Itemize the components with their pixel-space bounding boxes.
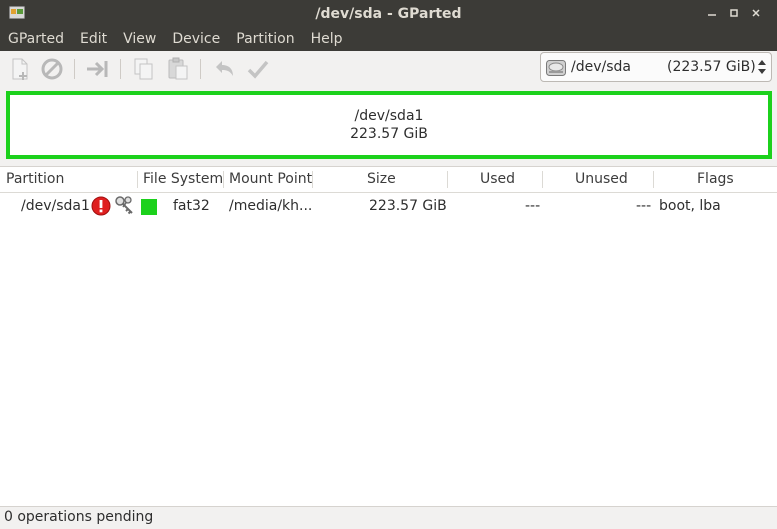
paste-button[interactable] (164, 55, 192, 83)
menu-bar: GParted Edit View Device Partition Help (0, 27, 777, 51)
menu-edit[interactable]: Edit (72, 27, 115, 51)
column-header-file-system[interactable]: File System (143, 167, 223, 192)
column-header-used[interactable]: Used (480, 167, 515, 192)
column-separator (223, 171, 224, 188)
partition-block-size: 223.57 GiB (350, 126, 428, 142)
gparted-app-icon (9, 6, 25, 19)
cell-used: --- (525, 198, 541, 214)
column-header-unused[interactable]: Unused (575, 167, 628, 192)
new-partition-button[interactable] (6, 55, 34, 83)
device-size: (223.57 GiB) (667, 59, 756, 75)
combo-arrows-icon (758, 60, 766, 74)
menu-help[interactable]: Help (303, 27, 351, 51)
close-button[interactable] (746, 3, 766, 23)
delete-icon (41, 58, 63, 80)
maximize-button[interactable] (724, 3, 744, 23)
cell-partition: /dev/sda1 (21, 198, 90, 214)
device-name: /dev/sda (571, 59, 631, 75)
column-header-mount-point[interactable]: Mount Point (229, 167, 312, 192)
cell-unused: --- (636, 198, 652, 214)
menu-device[interactable]: Device (164, 27, 228, 51)
column-separator (653, 171, 654, 188)
hard-disk-icon (546, 60, 566, 76)
filesystem-color-swatch (141, 199, 157, 215)
maximize-icon (730, 9, 738, 17)
copy-button[interactable] (130, 55, 158, 83)
title-bar: /dev/sda - GParted (0, 0, 777, 27)
new-partition-icon (12, 58, 28, 80)
delete-button[interactable] (38, 55, 66, 83)
partition-block-name: /dev/sda1 (354, 108, 424, 124)
minimize-button[interactable] (702, 3, 722, 23)
partition-table: Partition File System Mount Point Size U… (0, 166, 777, 507)
resize-move-button[interactable] (84, 55, 112, 83)
table-header: Partition File System Mount Point Size U… (0, 167, 777, 193)
resize-move-icon (87, 61, 108, 77)
minimize-icon (708, 14, 716, 16)
toolbar-separator (120, 59, 121, 79)
toolbar-separator (200, 59, 201, 79)
partition-block-sda1[interactable]: /dev/sda1 223.57 GiB (6, 91, 772, 159)
undo-button[interactable] (210, 55, 238, 83)
column-header-size[interactable]: Size (367, 167, 396, 192)
undo-icon (216, 61, 233, 76)
toolbar-separator (74, 59, 75, 79)
column-header-partition[interactable]: Partition (6, 167, 64, 192)
device-selector[interactable]: /dev/sda (223.57 GiB) (540, 52, 772, 82)
cell-mount-point: /media/kh... (229, 198, 313, 214)
table-row[interactable]: /dev/sda1 fat32 /media/kh... 223.57 GiB … (0, 193, 777, 219)
menu-view[interactable]: View (115, 27, 164, 51)
apply-button[interactable] (244, 55, 272, 83)
gparted-window: /dev/sda - GParted GParted Edit View Dev… (0, 0, 777, 529)
cell-flags: boot, lba (659, 198, 721, 214)
column-separator (312, 171, 313, 188)
menu-gparted[interactable]: GParted (0, 27, 72, 51)
warning-icon[interactable] (91, 196, 111, 216)
key-icon (115, 196, 133, 215)
status-bar: 0 operations pending (0, 506, 777, 529)
window-title: /dev/sda - GParted (315, 5, 462, 22)
copy-icon (134, 58, 153, 80)
close-icon (752, 9, 760, 17)
column-separator (542, 171, 543, 188)
cell-size: 223.57 GiB (369, 198, 447, 214)
column-separator (447, 171, 448, 188)
column-separator (137, 171, 138, 188)
paste-icon (168, 57, 188, 80)
status-text: 0 operations pending (4, 509, 154, 525)
disk-visualizer: /dev/sda1 223.57 GiB (0, 87, 777, 165)
menu-partition[interactable]: Partition (228, 27, 302, 51)
column-header-flags[interactable]: Flags (697, 167, 734, 192)
apply-icon (247, 60, 269, 79)
cell-filesystem: fat32 (173, 198, 210, 214)
